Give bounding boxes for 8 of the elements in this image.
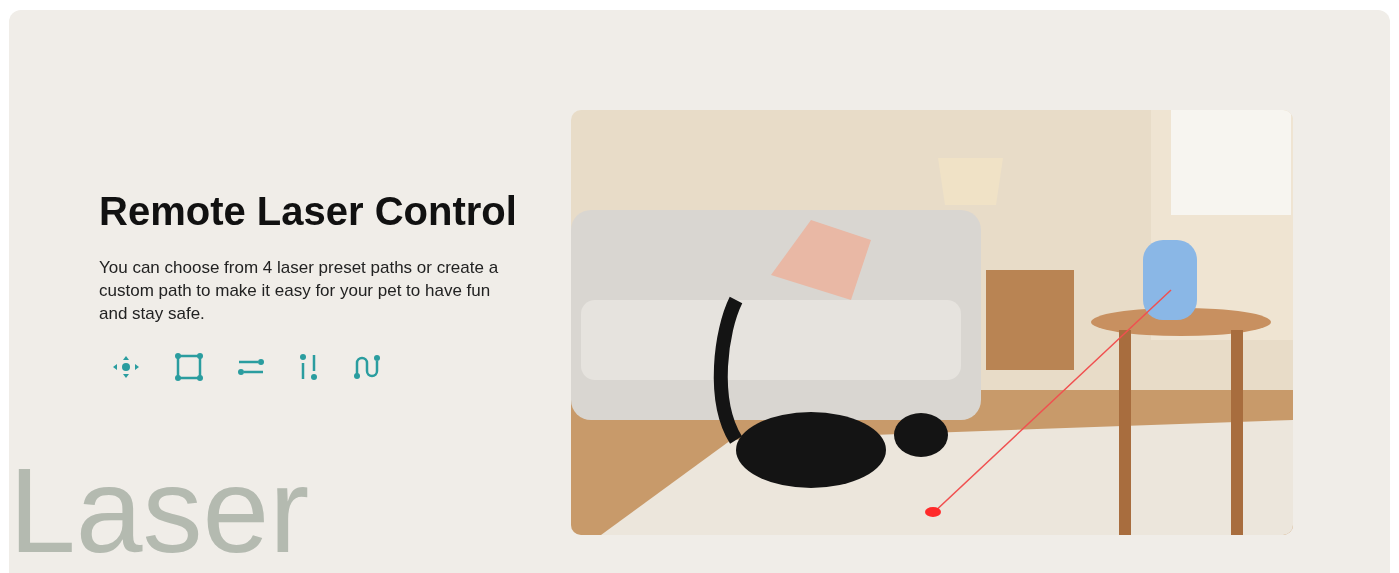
wave-path-icon — [353, 353, 381, 381]
section-title: Remote Laser Control — [99, 188, 518, 235]
square-path-icon — [175, 353, 203, 381]
section-description: You can choose from 4 laser preset paths or create a custom path to make it easy for your pet to have fun and stay safe. — [99, 257, 500, 325]
vertical-lines-icon — [299, 353, 319, 381]
background-word: Laser — [9, 450, 310, 570]
move-arrows-icon — [111, 354, 141, 380]
parallel-lines-icon — [237, 357, 265, 377]
